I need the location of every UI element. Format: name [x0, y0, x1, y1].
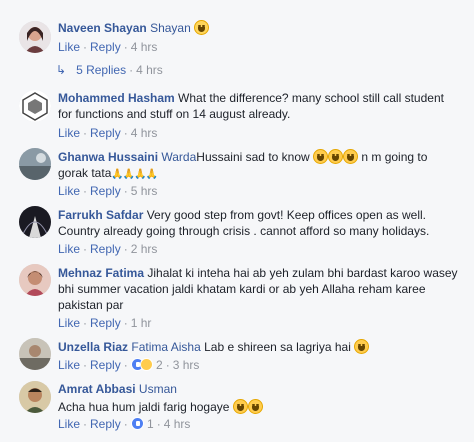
reply-arrow-icon: ↳: [56, 63, 67, 77]
tagged-user[interactable]: Fatima Aisha: [131, 340, 200, 354]
like-link[interactable]: Like: [58, 126, 80, 140]
comment-actions: Like · Reply · 4 hrs: [58, 126, 158, 140]
timestamp[interactable]: 4 hrs: [131, 40, 158, 54]
laughing-icon: [343, 149, 359, 164]
like-reaction-icon[interactable]: [130, 417, 144, 430]
like-link[interactable]: Like: [58, 358, 80, 372]
comment-author[interactable]: Ghanwa Hussaini: [58, 150, 158, 164]
timestamp[interactable]: 2 hrs: [131, 242, 158, 256]
avatar[interactable]: [19, 90, 51, 122]
avatar[interactable]: [19, 148, 51, 180]
comment-text: Hussaini sad to know: [196, 150, 310, 164]
tagged-user[interactable]: Warda: [161, 150, 196, 164]
comment-feed: Naveen Shayan Shayan Like · Reply · 4 hrs ↳ 5…: [0, 0, 474, 442]
reply-link[interactable]: Reply: [90, 40, 121, 54]
comment-actions: Like · Reply · 1 · 4 hrs: [58, 417, 191, 431]
comment-author[interactable]: Naveen Shayan: [58, 21, 147, 35]
timestamp[interactable]: 1 hr: [131, 316, 152, 330]
comment-body: Unzella Riaz Fatima Aisha Lab e shireen …: [58, 339, 460, 355]
tagged-user[interactable]: Usman: [139, 382, 177, 396]
like-link[interactable]: Like: [58, 184, 80, 198]
comment-body: Naveen Shayan Shayan: [58, 20, 460, 36]
laughing-icon: [354, 339, 370, 354]
comment-author[interactable]: Mohammed Hasham: [58, 91, 175, 105]
comment-body: Ghanwa Hussaini WardaHussaini sad to kno…: [58, 149, 460, 183]
comment-body: Mehnaz Fatima Jihalat ki inteha hai ab y…: [58, 265, 460, 313]
comment-actions: Like · Reply · 1 hr: [58, 316, 152, 330]
timestamp[interactable]: 4 hrs: [131, 126, 158, 140]
like-link[interactable]: Like: [58, 40, 80, 54]
avatar[interactable]: [19, 206, 51, 238]
reply-link[interactable]: Reply: [90, 316, 121, 330]
comment-text: Acha hua hum jaldi farig hogaye: [58, 400, 230, 414]
replies-count[interactable]: 5 Replies: [76, 63, 126, 77]
timestamp[interactable]: 3 hrs: [173, 358, 200, 372]
comment-author[interactable]: Farrukh Safdar: [58, 208, 143, 222]
avatar[interactable]: [19, 264, 51, 296]
comment-author[interactable]: Unzella Riaz: [58, 340, 128, 354]
laughing-icon: [328, 149, 344, 164]
reply-link[interactable]: Reply: [90, 184, 121, 198]
comment-actions: Like · Reply · 4 hrs: [58, 40, 158, 54]
comment-author[interactable]: Amrat Abbasi: [58, 382, 136, 396]
comment-actions: Like · Reply · 2 hrs: [58, 242, 158, 256]
laughing-icon: [247, 399, 263, 414]
comment-body: Mohammed Hasham What the difference? man…: [58, 90, 460, 122]
avatar[interactable]: [19, 338, 51, 370]
tagged-user[interactable]: Shayan: [150, 21, 191, 35]
comment-body: Amrat Abbasi Usman Acha hua hum jaldi fa…: [58, 381, 460, 415]
like-link[interactable]: Like: [58, 417, 80, 431]
comment-actions: Like · Reply · 2 · 3 hrs: [58, 358, 200, 372]
reply-link[interactable]: Reply: [90, 358, 121, 372]
laughing-icon: [232, 399, 248, 414]
reaction-count[interactable]: 2: [156, 358, 163, 372]
replies-thread[interactable]: ↳ 5 Replies · 4 hrs: [56, 63, 163, 77]
avatar[interactable]: [19, 381, 51, 413]
reply-link[interactable]: Reply: [90, 242, 121, 256]
avatar[interactable]: [19, 21, 51, 53]
replies-time: 4 hrs: [136, 63, 163, 77]
crying-laughing-icon: [194, 20, 210, 35]
reaction-count[interactable]: 1: [147, 417, 154, 431]
reply-link[interactable]: Reply: [90, 126, 121, 140]
haha-reaction-icon[interactable]: [139, 358, 153, 371]
reply-link[interactable]: Reply: [90, 417, 121, 431]
comment-actions: Like · Reply · 5 hrs: [58, 184, 158, 198]
timestamp[interactable]: 4 hrs: [164, 417, 191, 431]
praying-hands-icon: 🙏🙏🙏🙏: [111, 169, 158, 180]
like-link[interactable]: Like: [58, 242, 80, 256]
comment-text: Lab e shireen sa lagriya hai: [204, 340, 351, 354]
comment-author[interactable]: Mehnaz Fatima: [58, 266, 144, 280]
comment-body: Farrukh Safdar Very good step from govt!…: [58, 207, 460, 239]
timestamp[interactable]: 5 hrs: [131, 184, 158, 198]
laughing-icon: [313, 149, 329, 164]
like-link[interactable]: Like: [58, 316, 80, 330]
